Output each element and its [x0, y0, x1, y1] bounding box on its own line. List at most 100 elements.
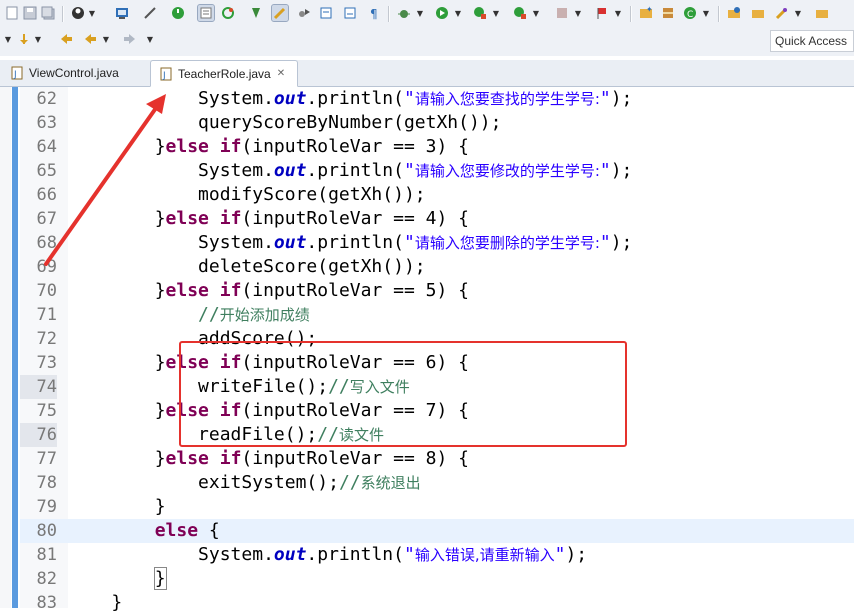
show-whitespace-icon[interactable]: ¶ — [366, 5, 382, 21]
code-line-71[interactable]: 71 //开始添加成绩 — [20, 303, 854, 327]
code-line-77[interactable]: 77 }else if(inputRoleVar == 8) { — [20, 447, 854, 471]
profile-icon[interactable] — [70, 5, 86, 21]
token-p: ); — [610, 232, 633, 253]
line-number: 65 — [36, 161, 57, 181]
open-folder-icon[interactable] — [750, 5, 766, 21]
chevron-down-icon[interactable]: ▼ — [794, 5, 802, 21]
code-line-62[interactable]: 62 System.out.println("请输入您要查找的学生学号:"); — [20, 87, 854, 111]
code-line-70[interactable]: 70 }else if(inputRoleVar == 5) { — [20, 279, 854, 303]
new-icon[interactable] — [4, 5, 20, 21]
code-line-63[interactable]: 63 queryScoreByNumber(getXh()); — [20, 111, 854, 135]
back-icon[interactable] — [82, 31, 98, 47]
code-line-67[interactable]: 67 }else if(inputRoleVar == 4) { — [20, 207, 854, 231]
token-str: " — [403, 160, 415, 181]
token-p: System. — [68, 88, 274, 109]
code-text: }else if(inputRoleVar == 8) { — [68, 447, 469, 471]
last-edit-location-icon[interactable] — [58, 31, 74, 47]
prev-annotation-icon[interactable] — [342, 5, 358, 21]
annotation-nav-icon[interactable] — [296, 5, 312, 21]
token-cmtcn: 开始添加成绩 — [219, 306, 310, 324]
line-number: 73 — [36, 353, 57, 373]
console-icon[interactable] — [114, 5, 130, 21]
code-line-82[interactable]: 82 } — [20, 567, 854, 591]
token-str: " — [403, 232, 415, 253]
code-line-68[interactable]: 68 System.out.println("请输入您要删除的学生学号:"); — [20, 231, 854, 255]
flag-icon[interactable] — [594, 5, 610, 21]
code-text: deleteScore(getXh()); — [68, 255, 426, 279]
pen-icon[interactable] — [142, 5, 158, 21]
toggle-mark-icon[interactable] — [197, 4, 215, 22]
chevron-down-icon[interactable]: ▼ — [416, 5, 424, 21]
code-line-64[interactable]: 64 }else if(inputRoleVar == 3) { — [20, 135, 854, 159]
code-line-66[interactable]: 66 modifyScore(getXh()); — [20, 183, 854, 207]
code-line-80[interactable]: 80 else { — [20, 519, 854, 543]
chevron-down-icon[interactable]: ▼ — [454, 5, 462, 21]
tab-viewcontrol[interactable]: J ViewControl.java — [2, 60, 148, 86]
token-strcn: 请输入您要修改的学生学号: — [414, 162, 600, 180]
close-icon[interactable]: ✕ — [277, 68, 285, 79]
token-p: .println( — [306, 160, 404, 181]
token-kw: else if — [165, 208, 242, 229]
token-str: " — [554, 544, 566, 565]
code-line-69[interactable]: 69 deleteScore(getXh()); — [20, 255, 854, 279]
code-text: } — [68, 591, 122, 615]
chevron-down-icon[interactable]: ▼ — [702, 5, 710, 21]
folder-icon[interactable] — [814, 5, 830, 21]
save-all-icon[interactable] — [40, 5, 56, 21]
chevron-down-icon[interactable]: ▼ — [532, 5, 540, 21]
line-number: 83 — [36, 593, 57, 613]
line-number: 80 — [36, 521, 57, 541]
code-line-65[interactable]: 65 System.out.println("请输入您要修改的学生学号:"); — [20, 159, 854, 183]
token-p: } — [68, 496, 166, 517]
token-p: (inputRoleVar == 8) { — [241, 448, 469, 469]
chevron-down-icon[interactable]: ▼ — [88, 5, 96, 21]
pin-icon[interactable] — [248, 5, 264, 21]
refresh-icon[interactable] — [220, 5, 236, 21]
new-package-icon[interactable] — [660, 5, 676, 21]
token-p: ); — [610, 160, 633, 181]
token-box: } — [153, 567, 167, 590]
toolbar-separator — [388, 6, 390, 22]
token-p: ); — [610, 88, 633, 109]
tab-label: ViewControl.java — [29, 66, 119, 80]
chevron-down-icon[interactable]: ▼ — [574, 5, 582, 21]
editor-tab-bar: J ViewControl.java J TeacherRole.java ✕ — [0, 60, 854, 87]
power-icon[interactable] — [170, 5, 186, 21]
line-number: 75 — [36, 401, 57, 421]
save-icon[interactable] — [22, 5, 38, 21]
chevron-down-icon[interactable]: ▼ — [4, 31, 12, 47]
search-icon[interactable] — [774, 5, 790, 21]
quick-access-input[interactable]: Quick Access — [770, 30, 854, 52]
run-icon[interactable] — [434, 5, 450, 21]
code-line-79[interactable]: 79 } — [20, 495, 854, 519]
chevron-down-icon[interactable]: ▼ — [492, 5, 500, 21]
code-line-78[interactable]: 78 exitSystem();//系统退出 — [20, 471, 854, 495]
tab-teacherrole[interactable]: J TeacherRole.java ✕ — [150, 60, 298, 87]
external-tools-icon[interactable] — [512, 5, 528, 21]
change-ruler — [12, 87, 18, 608]
new-java-project-icon[interactable]: ✦ — [638, 5, 654, 21]
chevron-down-icon[interactable]: ▼ — [614, 5, 622, 21]
debug-icon[interactable] — [396, 5, 412, 21]
code-text: System.out.println("请输入您要删除的学生学号:"); — [68, 231, 632, 255]
open-type-icon[interactable] — [726, 5, 742, 21]
toolbar-separator — [62, 6, 64, 22]
chevron-down-icon[interactable]: ▼ — [34, 31, 42, 47]
code-line-83[interactable]: 83 } — [20, 591, 854, 615]
token-cmt: // — [338, 472, 361, 493]
chevron-down-icon[interactable]: ▼ — [102, 31, 110, 47]
stop-icon[interactable] — [554, 5, 570, 21]
brush-icon[interactable] — [271, 4, 289, 22]
forward-icon[interactable] — [122, 31, 138, 47]
svg-text:J: J — [13, 70, 17, 80]
next-annotation-icon[interactable] — [318, 5, 334, 21]
next-edit-location-icon[interactable] — [16, 31, 32, 47]
code-line-81[interactable]: 81 System.out.println("输入错误,请重新输入"); — [20, 543, 854, 567]
coverage-icon[interactable] — [472, 5, 488, 21]
main-toolbar: ▼ ¶ ▼ ▼ ▼ ▼ ▼ ▼ ✦ C ▼ ▼ ▼ ▼ ▼ ▼ Quick Ac… — [0, 0, 854, 56]
token-p — [68, 520, 155, 541]
token-p: .println( — [306, 544, 404, 565]
chevron-down-icon[interactable]: ▼ — [146, 31, 154, 47]
token-p: (inputRoleVar == 5) { — [241, 280, 469, 301]
new-class-icon[interactable]: C — [682, 5, 698, 21]
